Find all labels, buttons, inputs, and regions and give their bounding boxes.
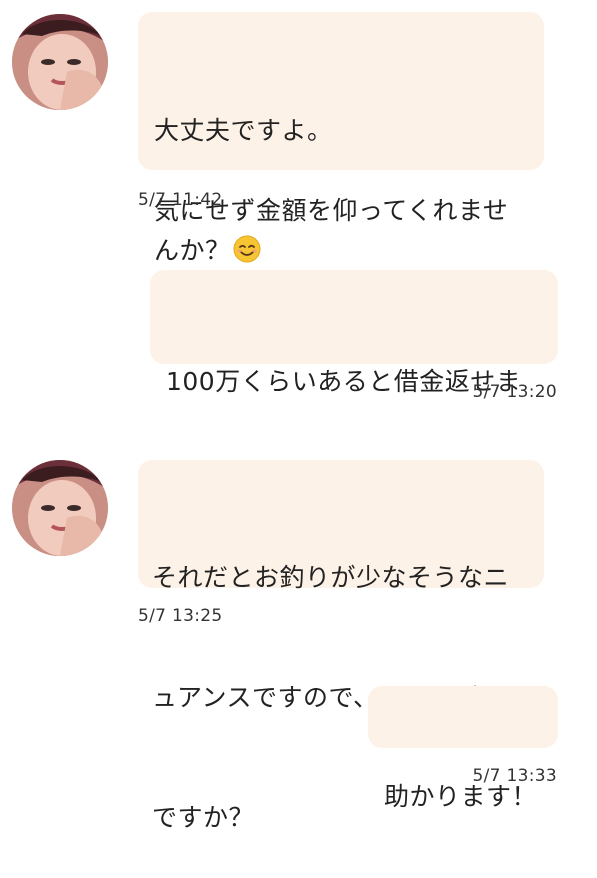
message-line: んか？ xyxy=(154,231,528,271)
smiling-face-emoji xyxy=(233,235,261,263)
message-line: それだとお釣りが少なそうなニ xyxy=(152,563,510,592)
message-bubble-outgoing: 助かります！ xyxy=(368,686,558,811)
message-timestamp: 5/7 13:20 xyxy=(472,382,557,402)
message-bubble-outgoing: 100万くらいあると借金返せま す。 xyxy=(150,270,558,516)
message-timestamp: 5/7 13:33 xyxy=(472,766,557,786)
message-line xyxy=(154,151,528,191)
avatar-photo xyxy=(12,460,108,556)
avatar[interactable] xyxy=(12,14,108,110)
avatar-photo xyxy=(12,14,108,110)
message-line: 大丈夫ですよ。 xyxy=(154,116,333,145)
message-bubble-incoming: 大丈夫ですよ。 気にせず金額を仰ってくれませ んか？ xyxy=(138,12,544,265)
avatar[interactable] xyxy=(12,460,108,556)
message-timestamp: 5/7 13:25 xyxy=(138,606,223,626)
message-bubble-incoming: それだとお釣りが少なそうなニ ュアンスですので、200でどう ですか？ xyxy=(138,460,544,832)
message-timestamp: 5/7 11:42 xyxy=(138,190,223,210)
